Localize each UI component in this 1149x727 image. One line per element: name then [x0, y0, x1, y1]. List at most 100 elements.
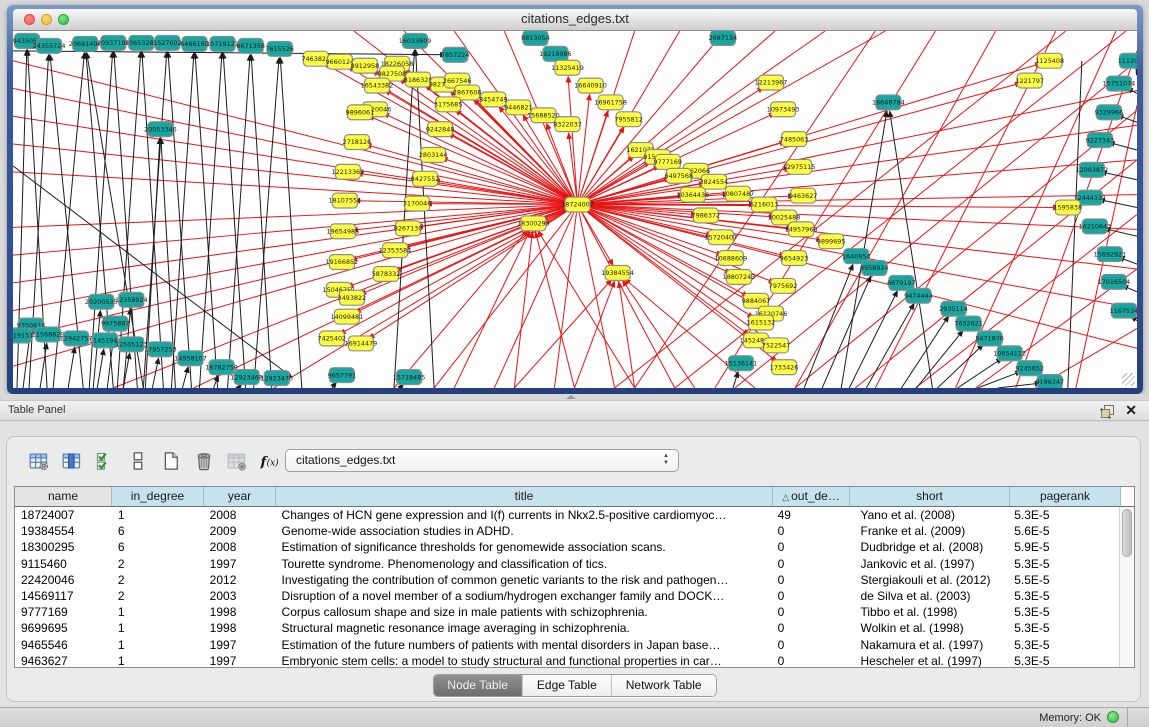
table-row[interactable]: 977716911998Corpus callosum shape and si… [15, 604, 1119, 620]
graph-node-7485063[interactable]: 7485063 [780, 132, 809, 147]
graph-node-9319151[interactable]: 9319151 [13, 328, 33, 343]
select-all-check-icon[interactable] [92, 449, 118, 473]
tab-network-table[interactable]: Network Table [612, 675, 716, 696]
table-row[interactable]: 1456911722003Disruption of a novel membe… [15, 588, 1119, 604]
graph-node-8912958[interactable]: 8912958 [351, 58, 380, 73]
graph-node-2687134[interactable]: 2687134 [709, 31, 738, 45]
graph-node-19654985[interactable]: 19654985 [327, 224, 360, 239]
graph-node-12923470[interactable]: 12923470 [260, 371, 293, 386]
graph-node-14099481[interactable]: 14099481 [331, 309, 364, 324]
graph-node-10688609[interactable]: 10688609 [715, 251, 748, 266]
graph-node-3824554[interactable]: 3824554 [700, 174, 729, 189]
citation-edge-black[interactable] [998, 383, 1041, 388]
graph-node-6466160[interactable]: 6466160 [180, 36, 209, 51]
graph-node-17957253[interactable]: 17957253 [144, 342, 177, 357]
graph-node-2718126[interactable]: 2718126 [343, 135, 372, 150]
minimize-window-icon[interactable] [41, 14, 52, 25]
citation-edge[interactable] [1016, 51, 1137, 388]
citation-edge[interactable] [574, 281, 614, 388]
graph-node-12093872[interactable]: 12093872 [1076, 162, 1109, 177]
graph-node-8322037[interactable]: 8322037 [553, 117, 582, 132]
graph-node-9474444[interactable]: 9474444 [904, 288, 933, 303]
window-resize-grip[interactable] [1122, 373, 1135, 386]
network-graph[interactable]: 9435057243557242069140620937198106532871… [13, 31, 1137, 388]
graph-node-1112042[interactable]: 1112042 [1118, 53, 1137, 68]
graph-node-9654923[interactable]: 9654923 [780, 251, 809, 266]
window-title-bar[interactable]: citations_edges.txt [13, 9, 1137, 31]
citation-edge-black[interactable] [937, 345, 983, 388]
graph-node-1595838[interactable]: 1595838 [1054, 200, 1083, 215]
citation-edge-black[interactable] [142, 52, 163, 388]
graph-node-16914479[interactable]: 16914479 [345, 336, 378, 351]
graph-node-12505123[interactable]: 12505123 [115, 337, 148, 352]
column-header-title[interactable]: title [276, 487, 773, 506]
citation-edge-black[interactable] [1136, 69, 1137, 71]
citation-edge[interactable] [625, 279, 755, 388]
graph-node-20200535[interactable]: 20200535 [85, 294, 118, 309]
graph-node-12359924[interactable]: 12359924 [115, 292, 148, 307]
column-header-short[interactable]: short [850, 487, 1010, 506]
graph-node-7632621[interactable]: 7632621 [954, 316, 983, 331]
graph-node-15720407[interactable]: 15720407 [705, 230, 738, 245]
graph-node-9227343[interactable]: 9227343 [1086, 133, 1115, 148]
graph-node-9777169[interactable]: 9777169 [653, 154, 682, 169]
graph-node-1125408[interactable]: 1125408 [1035, 53, 1064, 68]
graph-node-12942757[interactable]: 12942757 [60, 331, 93, 346]
graph-node-8471876[interactable]: 8471876 [975, 331, 1004, 346]
citation-edge[interactable] [514, 280, 611, 388]
graph-node-9896061[interactable]: 9896061 [346, 105, 375, 120]
splitter-collapse-icon[interactable] [566, 395, 576, 399]
citation-edge-black[interactable] [199, 53, 221, 388]
citation-edge-black[interactable] [251, 55, 272, 388]
graph-node-20364436[interactable]: 20364436 [676, 187, 709, 202]
graph-node-7522547[interactable]: 7522547 [762, 338, 791, 353]
graph-node-10654112[interactable]: 10654112 [993, 346, 1026, 361]
graph-node-7975692[interactable]: 7975692 [769, 278, 798, 293]
table-row[interactable]: 946362711997Embryonic stem cells: a mode… [15, 653, 1119, 667]
citation-edge[interactable] [366, 145, 578, 205]
graph-node-17016504[interactable]: 17016504 [1098, 274, 1131, 289]
citation-edge-black[interactable] [280, 58, 301, 388]
graph-node-18107554[interactable]: 18107554 [329, 193, 362, 208]
graph-node-5878332[interactable]: 5878332 [372, 267, 401, 282]
graph-node-14958107[interactable]: 14958107 [174, 351, 207, 366]
graph-node-1221797[interactable]: 1221797 [1015, 73, 1044, 88]
function-builder-icon[interactable]: f(x) [257, 449, 283, 473]
close-window-icon[interactable] [24, 14, 35, 25]
graph-node-1167534[interactable]: 1167534 [1110, 303, 1137, 318]
graph-node-9975887[interactable]: 9975887 [101, 316, 130, 331]
graph-node-24355724[interactable]: 24355724 [33, 38, 66, 53]
table-row[interactable]: 1872400712008Changes of HCN gene express… [15, 507, 1119, 523]
citation-edge-black[interactable] [182, 367, 188, 388]
citation-edge[interactable] [578, 91, 1137, 205]
graph-node-8958924[interactable]: 8958924 [860, 261, 889, 276]
graph-node-8267130[interactable]: 8267130 [394, 221, 423, 236]
graph-node-12213967[interactable]: 12213967 [755, 75, 788, 90]
graph-node-15692921[interactable]: 15692921 [1094, 247, 1127, 262]
graph-node-16210643[interactable]: 16210643 [1079, 219, 1112, 234]
graph-node-9329966[interactable]: 9329966 [1095, 105, 1124, 120]
zoom-window-icon[interactable] [58, 14, 69, 25]
column-header-pagerank[interactable]: pagerank [1010, 487, 1121, 506]
table-selector-dropdown[interactable]: citations_edges.txt ▲▼ [285, 449, 679, 472]
graph-node-15751074[interactable]: 15751074 [1103, 76, 1136, 91]
graph-node-9463627[interactable]: 9463627 [789, 188, 818, 203]
graph-node-19166852[interactable]: 19166852 [326, 255, 359, 270]
graph-node-10807487[interactable]: 10807487 [722, 186, 755, 201]
citation-edge[interactable] [554, 205, 577, 388]
graph-node-9657791[interactable]: 9657791 [328, 368, 357, 383]
float-panel-icon[interactable] [1100, 404, 1115, 419]
graph-node-3170046[interactable]: 3170046 [403, 196, 432, 211]
graph-node-11325419[interactable]: 11325419 [551, 60, 584, 75]
citation-edge[interactable] [623, 280, 695, 388]
graph-node-12353584[interactable]: 12353584 [379, 243, 412, 258]
table-row[interactable]: 946554611997Estimation of the future num… [15, 637, 1119, 653]
citation-edge-black[interactable] [223, 53, 245, 388]
table-row[interactable]: 1830029562008Estimation of significance … [15, 539, 1119, 555]
graph-node-15718485[interactable]: 15718485 [393, 370, 426, 385]
citation-edge[interactable] [536, 232, 575, 388]
graph-node-8671358[interactable]: 8671358 [236, 38, 265, 53]
graph-node-2803144[interactable]: 2803144 [419, 148, 448, 163]
graph-node-2935114[interactable]: 2935114 [939, 301, 968, 316]
graph-node-16648784[interactable]: 16648784 [872, 95, 905, 110]
